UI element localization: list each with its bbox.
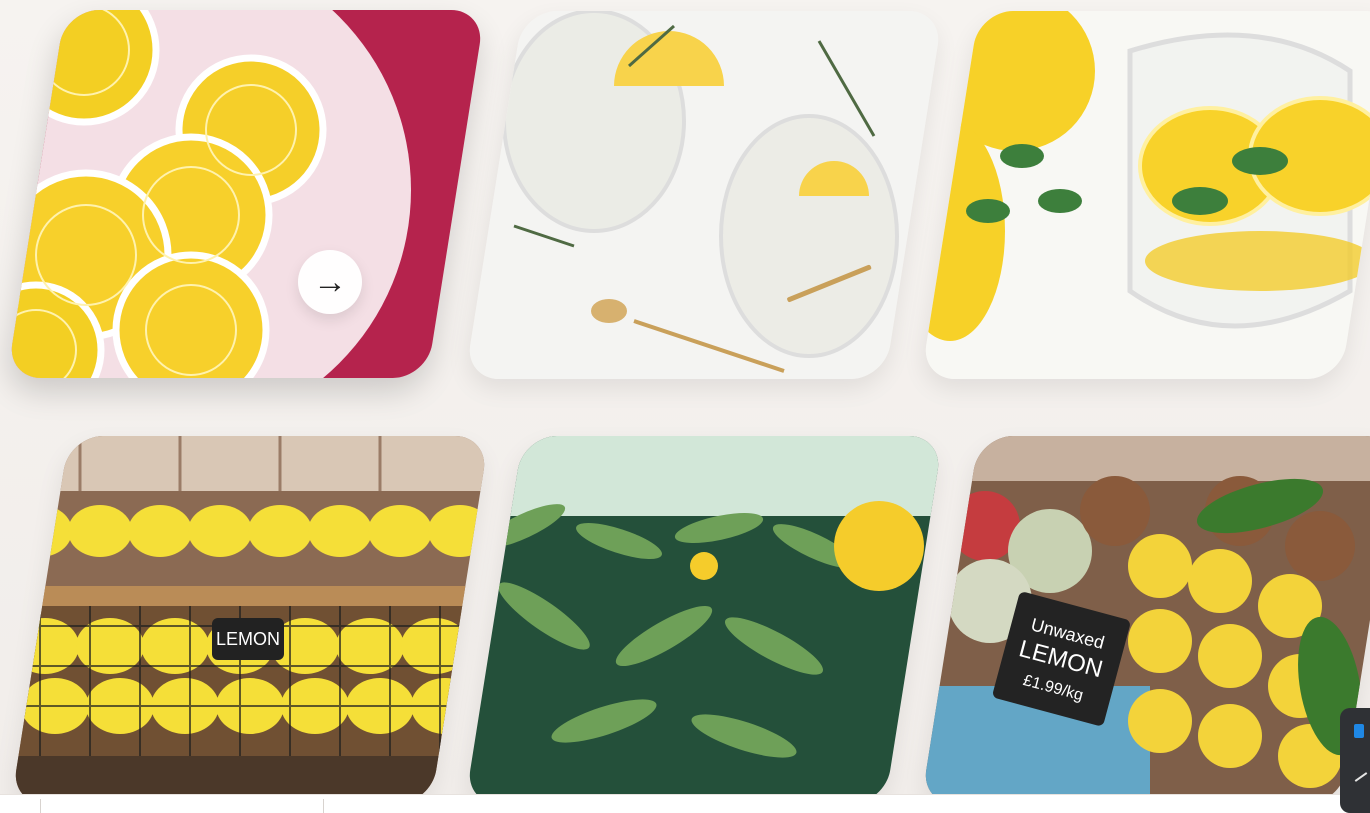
- side-tool-widget[interactable]: [1340, 708, 1370, 813]
- sliced-lemons-plate-card[interactable]: [6, 10, 486, 378]
- lemon-gallery-page: → LEMON Unwaxed LEMON £1.99/kg: [0, 0, 1370, 813]
- sliced-lemons-plate-image: [6, 10, 486, 378]
- lemon-crate-card[interactable]: LEMON: [10, 436, 490, 804]
- lemonade-glasses-card[interactable]: [464, 11, 944, 379]
- lemonade-glasses-svg: [464, 11, 944, 379]
- arrow-right-icon: →: [313, 263, 347, 301]
- bottom-bar: [0, 794, 1370, 813]
- lemon-tree-image: [464, 436, 944, 804]
- lemon-water-glass-card[interactable]: [920, 11, 1370, 379]
- lemon-crate-svg: LEMON: [10, 436, 490, 804]
- lemon-water-glass-svg: [920, 11, 1370, 379]
- lemon-water-glass-image: [920, 11, 1370, 379]
- lemon-tree-svg: [464, 436, 944, 804]
- market-lemons-image: Unwaxed LEMON £1.99/kg: [920, 436, 1370, 804]
- lemon-crate-image: LEMON: [10, 436, 490, 804]
- bottom-divider-right: [323, 799, 324, 813]
- lemon-tree-card[interactable]: [464, 436, 944, 804]
- crate-sign-text: LEMON: [216, 629, 280, 649]
- sliced-lemons-plate-svg: [6, 10, 486, 378]
- next-arrow-button[interactable]: →: [298, 250, 362, 314]
- blue-tool-icon: [1354, 724, 1364, 738]
- bottom-divider-left: [40, 799, 41, 813]
- market-lemons-svg: Unwaxed LEMON £1.99/kg: [920, 436, 1370, 804]
- lemonade-glasses-image: [464, 11, 944, 379]
- slash-tool-icon: [1354, 772, 1368, 782]
- market-lemons-card[interactable]: Unwaxed LEMON £1.99/kg: [920, 436, 1370, 804]
